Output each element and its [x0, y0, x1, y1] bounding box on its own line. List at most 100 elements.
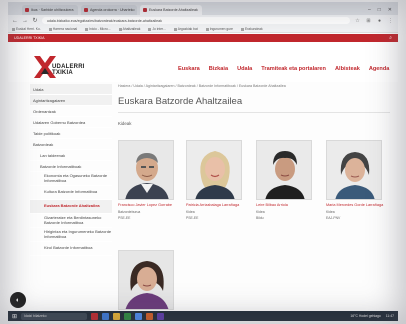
member-card[interactable]: Maria Mercedes Gorde Larrañaga Kidea EAJ…: [326, 140, 384, 220]
browser-tab[interactable]: Ikus · Sarbide uhiltzoukera: [22, 5, 78, 15]
sidebar-item[interactable]: Ordenantzak: [30, 106, 112, 117]
bookmark-item[interactable]: Harrera nacional: [48, 27, 78, 31]
bookmark-item[interactable]: Jo inter...: [148, 27, 166, 31]
member-photo[interactable]: [118, 140, 174, 200]
bookmark-icon: [12, 27, 15, 31]
sidebar-item[interactable]: Agintaritzagaiaren: [30, 95, 112, 106]
sidebar-item[interactable]: Udala: [30, 84, 112, 95]
page-title: Euskara Batzorde Ahaltzailea: [118, 96, 390, 113]
member-name[interactable]: Francisco Javier Lopez Gorrabe: [118, 203, 176, 208]
section-label: Kideak: [118, 121, 132, 126]
member-photo[interactable]: [326, 140, 382, 200]
member-name[interactable]: Patricia Arrizabalaga Larrañaga: [186, 203, 244, 208]
main-content: Hasiera / Udala / Agintaritzagaiaren / B…: [118, 84, 390, 316]
member-card[interactable]: Francisco Javier Lopez Gorrabe Batzordeb…: [118, 140, 176, 220]
sidebar-subitem[interactable]: Hirigintza eta Ingurumeneko Batzorde Inf…: [30, 228, 112, 242]
site-header: UDALERRI TXIKIA Euskara Bizkaia Udala Tr…: [8, 42, 398, 82]
member-role: Batzordeburua: [118, 209, 141, 214]
member-card[interactable]: [118, 250, 176, 310]
sidebar-subitem[interactable]: Batzorde Informatiboak: [30, 161, 112, 172]
close-icon[interactable]: ✕: [388, 7, 392, 13]
sidebar-subitem[interactable]: Lan taldeenak: [30, 150, 112, 161]
favicon-icon: [25, 8, 29, 12]
sidebar: Udala Agintaritzagaiaren Ordenantzak Uda…: [30, 84, 112, 316]
bookmark-item[interactable]: Inicio - Micro...: [85, 27, 111, 31]
extensions-icon[interactable]: ⊞: [365, 18, 372, 24]
menu-icon[interactable]: ⋮: [387, 18, 394, 24]
browser-tab-label: Agenda orokorra · Uharteko: [90, 8, 135, 12]
address-bar: ← → ↻ udala.bizkaiko.eus/egoitza/es/batz…: [8, 15, 398, 26]
browser-tab-label: Ikus · Sarbide uhiltzoukera: [31, 8, 74, 12]
bookmark-label: Ahaltzaileak: [122, 27, 141, 31]
minimize-icon[interactable]: –: [368, 7, 371, 13]
bookmark-icon: [205, 27, 209, 31]
bookmark-icon: [48, 27, 52, 31]
breadcrumb[interactable]: Hasiera / Udala / Agintaritzagaiaren / B…: [118, 84, 390, 92]
member-photo[interactable]: [118, 250, 174, 310]
member-name[interactable]: Leire Bilbao Arriola: [256, 203, 314, 208]
site-top-bar: UDALERRI TXIKIA ⌕: [8, 34, 398, 42]
favicon-icon: [84, 8, 88, 12]
weather-label[interactable]: 16°C Hodei gehiago: [350, 314, 380, 318]
bookmark-label: Harrera nacional: [52, 27, 78, 31]
member-card[interactable]: Leire Bilbao Arriola Kidea Bildu: [256, 140, 314, 220]
nav-item[interactable]: Agenda: [369, 66, 390, 72]
member-name[interactable]: Maria Mercedes Gorde Larrañaga: [326, 203, 384, 208]
nav-item[interactable]: Udala: [237, 66, 252, 72]
browser-tab-strip: Ikus · Sarbide uhiltzoukera Agenda oroko…: [8, 2, 398, 15]
browser-tab-active[interactable]: Euskara Batzorde Ahaltzaileak: [140, 5, 202, 15]
bookmark-item[interactable]: Ingurumen gure: [205, 27, 233, 31]
sidebar-item[interactable]: Batzordeak: [30, 139, 112, 150]
sidebar-item[interactable]: Udalaren Gobernu Batzordea: [30, 117, 112, 128]
accessibility-toggle-icon[interactable]: ◐: [10, 292, 26, 308]
app-icon[interactable]: [146, 312, 154, 320]
member-role: Kidea: [326, 209, 335, 214]
bookmark-item[interactable]: Ahaltzaileak: [118, 27, 141, 31]
bookmark-item[interactable]: Euskal Herri. Ko.: [12, 27, 41, 31]
site-top-label[interactable]: UDALERRI TXIKIA: [14, 36, 45, 40]
sidebar-item[interactable]: Talde politikoak: [30, 128, 112, 139]
maximize-icon[interactable]: □: [378, 7, 381, 13]
back-icon[interactable]: ←: [12, 18, 18, 24]
site-logo[interactable]: UDALERRI TXIKIA: [32, 54, 100, 80]
screen: Ikus · Sarbide uhiltzoukera Agenda oroko…: [0, 0, 406, 324]
browser-icon[interactable]: [135, 312, 143, 320]
member-party: PSE-EE: [186, 215, 199, 220]
windows-start-icon[interactable]: ⊞: [12, 313, 17, 320]
nav-item[interactable]: Tramiteak eta portalaren: [261, 66, 326, 72]
member-party: Bildu: [256, 215, 264, 220]
sidebar-subitem[interactable]: Ekonomia eta Ogasuneko Batzorde Informat…: [30, 172, 112, 186]
member-photo[interactable]: [256, 140, 312, 200]
member-role: Kidea: [186, 209, 195, 214]
member-card[interactable]: Patricia Arrizabalaga Larrañaga Kidea PS…: [186, 140, 244, 220]
sidebar-subitem[interactable]: Kirol Batzorde Informatiboa: [30, 242, 112, 256]
member-photo[interactable]: [186, 140, 242, 200]
sidebar-subitem[interactable]: Kultura Batzorde Informatiboa: [30, 186, 112, 200]
sidebar-subitem[interactable]: Gizarteratze eta Berdintasuneko Batzorde…: [30, 214, 112, 228]
taskbar: ⊞ Idatzi bilatzeko 16°C Hodei gehiago 11…: [8, 311, 398, 321]
nav-item[interactable]: Albisteak: [335, 66, 360, 72]
forward-icon[interactable]: →: [22, 18, 28, 24]
folder-icon[interactable]: [113, 312, 121, 320]
bookmarks-bar: Euskal Herri. Ko. Harrera nacional Inici…: [8, 26, 398, 33]
app-icon[interactable]: [157, 312, 165, 320]
profile-icon[interactable]: ●: [376, 18, 383, 24]
star-icon[interactable]: ☆: [354, 18, 361, 24]
bookmark-label: Ingurumen gure: [209, 27, 233, 31]
nav-item[interactable]: Euskara: [178, 66, 200, 72]
app-icon[interactable]: [91, 312, 99, 320]
nav-item[interactable]: Bizkaia: [209, 66, 228, 72]
clock-label[interactable]: 11:47: [386, 314, 394, 318]
taskbar-search[interactable]: Idatzi bilatzeko: [21, 312, 88, 320]
app-icon[interactable]: [102, 312, 110, 320]
bookmark-icon: [173, 27, 177, 31]
bookmark-label: Euskal Herri. Ko.: [16, 27, 41, 31]
bookmark-item[interactable]: Argazkiak bat: [173, 27, 198, 31]
app-icon[interactable]: [124, 312, 132, 320]
reload-icon[interactable]: ↻: [32, 17, 38, 24]
sidebar-subitem-active[interactable]: Euskara Batzorde Ahaltzailea: [30, 200, 112, 214]
bookmark-item[interactable]: Erakundeak: [241, 27, 263, 31]
browser-tab[interactable]: Agenda orokorra · Uharteko: [81, 5, 137, 15]
search-icon[interactable]: ⌕: [389, 35, 392, 41]
url-field[interactable]: udala.bizkaiko.eus/egoitza/es/batzordeak…: [42, 17, 350, 24]
